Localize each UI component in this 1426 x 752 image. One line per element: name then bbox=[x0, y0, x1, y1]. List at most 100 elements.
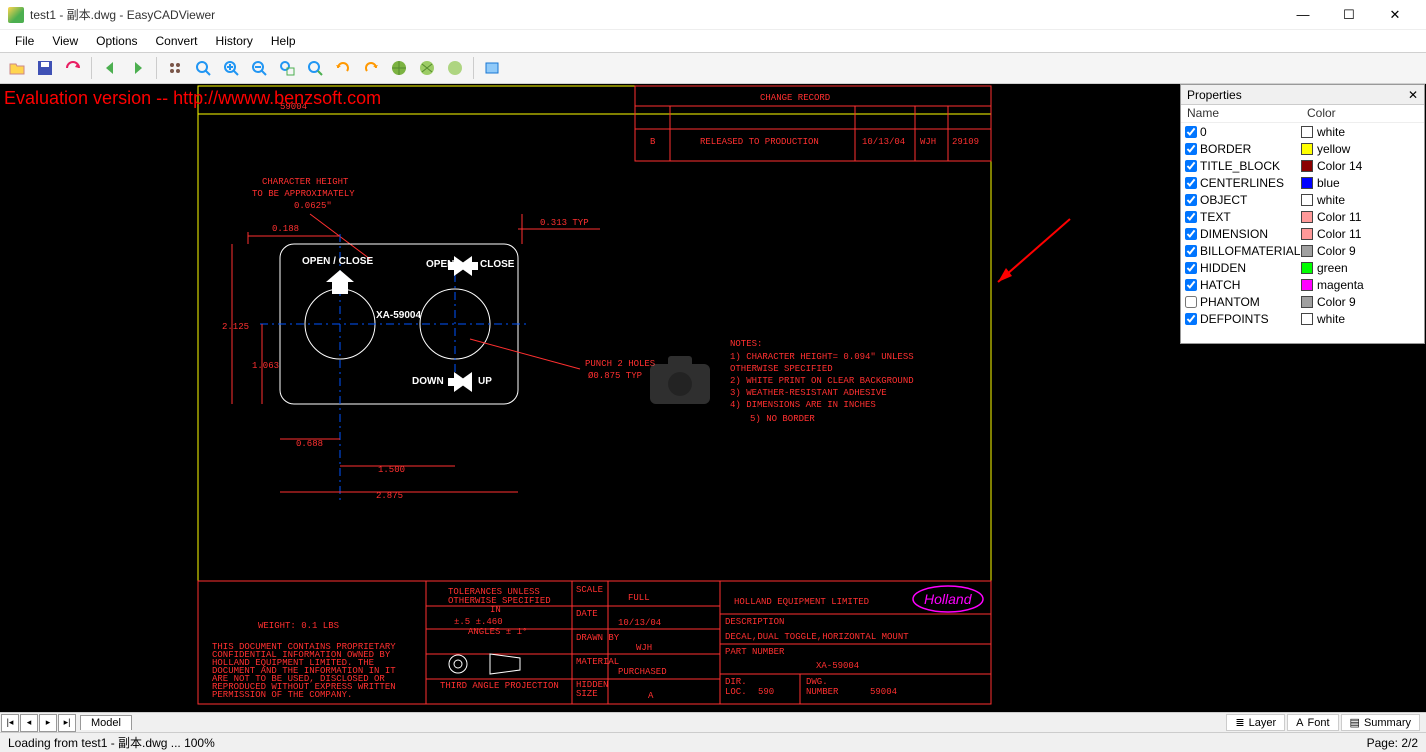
svg-text:1.063: 1.063 bbox=[252, 361, 279, 371]
open-icon[interactable] bbox=[4, 55, 30, 81]
layer-checkbox[interactable] bbox=[1185, 313, 1197, 325]
menu-options[interactable]: Options bbox=[87, 32, 146, 50]
properties-panel: Properties ✕ Name Color 0whiteBORDERyell… bbox=[1180, 84, 1425, 344]
status-left: Loading from test1 - 副本.dwg ... 100% bbox=[8, 734, 215, 751]
svg-text:CLOSE: CLOSE bbox=[480, 259, 515, 270]
convert-icon[interactable] bbox=[60, 55, 86, 81]
first-page-icon[interactable]: |◂ bbox=[1, 714, 19, 732]
tab-layer[interactable]: ≣Layer bbox=[1226, 714, 1285, 731]
last-page-icon[interactable]: ▸| bbox=[58, 714, 76, 732]
layer-name: DIMENSION bbox=[1200, 227, 1268, 241]
svg-text:XA-59004: XA-59004 bbox=[816, 661, 859, 671]
status-right: Page: 2/2 bbox=[1367, 736, 1418, 750]
menu-file[interactable]: File bbox=[6, 32, 43, 50]
rotate-cw-icon[interactable] bbox=[330, 55, 356, 81]
layer-checkbox[interactable] bbox=[1185, 262, 1197, 274]
layer-checkbox[interactable] bbox=[1185, 194, 1197, 206]
layer-checkbox[interactable] bbox=[1185, 211, 1197, 223]
layer-name: CENTERLINES bbox=[1200, 176, 1284, 190]
svg-text:SIZE: SIZE bbox=[576, 689, 598, 699]
prev-page-icon[interactable]: ◂ bbox=[20, 714, 38, 732]
menu-history[interactable]: History bbox=[207, 32, 262, 50]
color-swatch bbox=[1301, 160, 1313, 172]
titlebar: test1 - 副本.dwg - EasyCADViewer — ☐ ✕ bbox=[0, 0, 1426, 30]
close-button[interactable]: ✕ bbox=[1372, 0, 1418, 30]
layer-row[interactable]: DEFPOINTSwhite bbox=[1181, 310, 1424, 327]
zoom-extents-icon[interactable] bbox=[190, 55, 216, 81]
menu-help[interactable]: Help bbox=[262, 32, 305, 50]
font-icon: A bbox=[1296, 717, 1303, 729]
layer-row[interactable]: 0white bbox=[1181, 123, 1424, 140]
layer-row[interactable]: OBJECTwhite bbox=[1181, 191, 1424, 208]
col-name[interactable]: Name bbox=[1181, 105, 1301, 122]
save-icon[interactable] bbox=[32, 55, 58, 81]
pan-icon[interactable] bbox=[162, 55, 188, 81]
minimize-button[interactable]: — bbox=[1280, 0, 1326, 30]
forward-icon[interactable] bbox=[125, 55, 151, 81]
layer-row[interactable]: BORDERyellow bbox=[1181, 140, 1424, 157]
svg-text:0.188: 0.188 bbox=[272, 224, 299, 234]
layer-checkbox[interactable] bbox=[1185, 177, 1197, 189]
zoom-out-icon[interactable] bbox=[246, 55, 272, 81]
svg-text:29109: 29109 bbox=[952, 137, 979, 147]
color-label: Color 11 bbox=[1317, 227, 1361, 241]
next-page-icon[interactable]: ▸ bbox=[39, 714, 57, 732]
back-icon[interactable] bbox=[97, 55, 123, 81]
layer-checkbox[interactable] bbox=[1185, 143, 1197, 155]
color-label: magenta bbox=[1317, 278, 1364, 292]
bottom-tab-bar: |◂ ◂ ▸ ▸| Model ≣Layer AFont ▤Summary bbox=[0, 712, 1426, 732]
layer-name: 0 bbox=[1200, 125, 1207, 139]
layer-row[interactable]: DIMENSION Color 11 bbox=[1181, 225, 1424, 242]
maximize-button[interactable]: ☐ bbox=[1326, 0, 1372, 30]
svg-text:A: A bbox=[648, 691, 654, 701]
layer-row[interactable]: TEXTColor 11 bbox=[1181, 208, 1424, 225]
tab-summary[interactable]: ▤Summary bbox=[1341, 714, 1420, 731]
layer-checkbox[interactable] bbox=[1185, 296, 1197, 308]
layer-row[interactable]: BILLOFMATERIALColor 9 bbox=[1181, 242, 1424, 259]
view3d-alt-icon[interactable] bbox=[414, 55, 440, 81]
col-color[interactable]: Color bbox=[1301, 105, 1342, 122]
svg-text:0.313 TYP: 0.313 TYP bbox=[540, 218, 589, 228]
rotate-ccw-icon[interactable] bbox=[358, 55, 384, 81]
layer-checkbox[interactable] bbox=[1185, 228, 1197, 240]
about-icon[interactable] bbox=[479, 55, 505, 81]
layer-name: HIDDEN bbox=[1200, 261, 1246, 275]
color-swatch bbox=[1301, 262, 1313, 274]
svg-text:Ø0.875 TYP: Ø0.875 TYP bbox=[588, 371, 642, 381]
layer-row[interactable]: HIDDENgreen bbox=[1181, 259, 1424, 276]
tab-font[interactable]: AFont bbox=[1287, 714, 1338, 731]
svg-text:±.5 ±.460: ±.5 ±.460 bbox=[454, 617, 503, 627]
zoom-in-icon[interactable] bbox=[218, 55, 244, 81]
svg-text:Holland: Holland bbox=[924, 591, 973, 607]
svg-text:0.0625": 0.0625" bbox=[294, 201, 332, 211]
svg-text:DWG.: DWG. bbox=[806, 677, 828, 687]
svg-text:OTHERWISE SPECIFIED: OTHERWISE SPECIFIED bbox=[730, 364, 833, 374]
color-swatch bbox=[1301, 228, 1313, 240]
layer-name: BORDER bbox=[1200, 142, 1251, 156]
menu-convert[interactable]: Convert bbox=[147, 32, 207, 50]
color-swatch bbox=[1301, 296, 1313, 308]
layer-name: DEFPOINTS bbox=[1200, 312, 1269, 326]
zoom-all-icon[interactable] bbox=[302, 55, 328, 81]
color-swatch bbox=[1301, 177, 1313, 189]
summary-icon: ▤ bbox=[1350, 716, 1360, 729]
layer-row[interactable]: PHANTOMColor 9 bbox=[1181, 293, 1424, 310]
view3d-icon[interactable] bbox=[386, 55, 412, 81]
layer-checkbox[interactable] bbox=[1185, 245, 1197, 257]
tab-model[interactable]: Model bbox=[80, 715, 132, 730]
layer-checkbox[interactable] bbox=[1185, 126, 1197, 138]
layer-row[interactable]: TITLE_BLOCKColor 14 bbox=[1181, 157, 1424, 174]
svg-text:DRAWN BY: DRAWN BY bbox=[576, 633, 620, 643]
zoom-window-icon[interactable] bbox=[274, 55, 300, 81]
properties-close-icon[interactable]: ✕ bbox=[1408, 88, 1418, 102]
menu-view[interactable]: View bbox=[43, 32, 87, 50]
svg-text:0.688: 0.688 bbox=[296, 439, 323, 449]
svg-text:RELEASED TO PRODUCTION: RELEASED TO PRODUCTION bbox=[700, 137, 819, 147]
render-icon[interactable] bbox=[442, 55, 468, 81]
svg-text:ANGLES ± 1°: ANGLES ± 1° bbox=[468, 627, 527, 637]
layer-checkbox[interactable] bbox=[1185, 160, 1197, 172]
svg-text:THIRD ANGLE PROJECTION: THIRD ANGLE PROJECTION bbox=[440, 681, 559, 691]
layer-checkbox[interactable] bbox=[1185, 279, 1197, 291]
layer-row[interactable]: CENTERLINESblue bbox=[1181, 174, 1424, 191]
layer-row[interactable]: HATCHmagenta bbox=[1181, 276, 1424, 293]
